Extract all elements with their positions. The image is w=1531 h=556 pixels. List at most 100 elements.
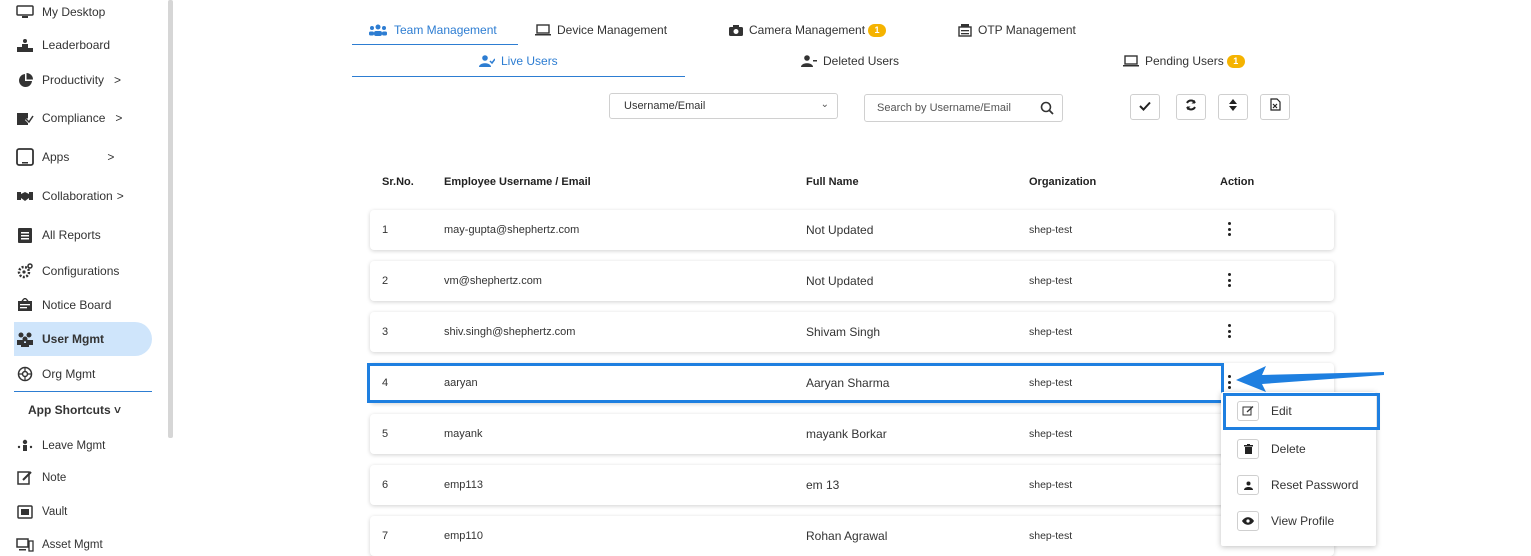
search-icon[interactable]	[1040, 101, 1054, 118]
sidebar-item-label: Asset Mgmt	[42, 539, 103, 551]
sidebar-item-label: Apps	[42, 150, 70, 164]
trash-icon	[1237, 439, 1259, 459]
sidebar-item-label: My Desktop	[42, 5, 106, 19]
menu-item-view-profile[interactable]: View Profile	[1237, 511, 1334, 531]
handshake-icon	[16, 188, 34, 204]
user-add-icon	[479, 55, 495, 67]
org-icon	[16, 366, 34, 382]
row-actions-kebab-icon[interactable]	[1222, 271, 1236, 289]
sidebar-item-label: User Mgmt	[42, 332, 105, 346]
menu-item-label: Delete	[1271, 442, 1306, 456]
row-actions-kebab-icon[interactable]	[1222, 322, 1236, 340]
table-row[interactable]: 2 vm@shephertz.com Not Updated shep-test	[370, 261, 1334, 301]
asset-icon	[16, 537, 34, 553]
edit-highlight-box	[1223, 393, 1380, 430]
row-actions-kebab-icon[interactable]	[1222, 373, 1236, 391]
cell-sr-no: 1	[382, 224, 389, 236]
tab-camera-management[interactable]: Camera Management 1	[729, 20, 887, 40]
menu-item-label: Reset Password	[1271, 478, 1359, 492]
table-row[interactable]: 6 emp113 em 13 shep-test	[370, 465, 1334, 505]
sidebar-item-my-desktop[interactable]: My Desktop	[16, 2, 105, 22]
note-icon	[16, 470, 34, 486]
cell-email: emp113	[444, 479, 483, 491]
shortcut-note[interactable]: Note	[16, 468, 66, 488]
cell-email: mayank	[444, 428, 483, 440]
table-row[interactable]: 1 may-gupta@shephertz.com Not Updated sh…	[370, 210, 1334, 250]
chevron-down-icon: ⌄	[820, 99, 829, 110]
sidebar-item-label: Productivity	[42, 73, 105, 87]
row-actions-kebab-icon[interactable]	[1222, 220, 1236, 238]
subtab-label: Live Users	[501, 54, 558, 68]
shortcut-leave-mgmt[interactable]: Leave Mgmt	[16, 436, 105, 456]
chevron-right-icon: >	[107, 150, 115, 164]
cell-sr-no: 3	[382, 326, 389, 338]
sidebar-item-productivity[interactable]: Productivity >	[16, 70, 121, 90]
report-icon	[16, 227, 34, 243]
table-row[interactable]: 3 shiv.singh@shephertz.com Shivam Singh …	[370, 312, 1334, 352]
user-remove-icon	[801, 55, 817, 67]
sidebar-item-label: Compliance	[42, 111, 106, 125]
cell-email: emp110	[444, 530, 483, 542]
sidebar-item-label: Configurations	[42, 264, 120, 278]
menu-item-reset-password[interactable]: Reset Password	[1237, 475, 1358, 495]
tab-device-management[interactable]: Device Management	[535, 20, 667, 40]
sidebar-item-label: Leave Mgmt	[42, 440, 106, 452]
export-excel-button[interactable]	[1260, 94, 1290, 120]
subtab-live-users[interactable]: Live Users	[479, 52, 558, 70]
sidebar-item-compliance[interactable]: Compliance >	[16, 108, 122, 128]
vault-icon	[16, 504, 34, 520]
sidebar-item-collaboration[interactable]: Collaboration >	[16, 186, 124, 206]
subtab-pending-users[interactable]: Pending Users 1	[1123, 52, 1245, 70]
shortcut-asset-mgmt[interactable]: Asset Mgmt	[16, 535, 103, 555]
sidebar-item-leaderboard[interactable]: Leaderboard	[16, 35, 110, 55]
sidebar-scrollbar[interactable]	[168, 0, 173, 438]
cell-full-name: mayank Borkar	[806, 427, 887, 441]
menu-item-label: View Profile	[1271, 514, 1335, 528]
app-shortcuts-toggle[interactable]: App Shortcuts ˅	[28, 403, 121, 417]
active-tab-indicator	[352, 44, 518, 45]
cell-organization: shep-test	[1029, 275, 1073, 287]
cell-full-name: Rohan Agrawal	[806, 529, 888, 543]
pie-chart-icon	[16, 72, 34, 88]
sidebar-item-label: Org Mgmt	[42, 367, 96, 381]
column-header-action: Action	[1220, 176, 1255, 188]
search-input[interactable]: Search by Username/Email	[864, 94, 1063, 122]
tab-otp-management[interactable]: OTP Management	[958, 20, 1076, 40]
chevron-right-icon: >	[115, 111, 123, 125]
column-header-organization: Organization	[1029, 176, 1097, 188]
sidebar-item-apps[interactable]: Apps >	[16, 147, 114, 167]
sidebar-item-label: Leaderboard	[42, 38, 111, 52]
tablet-icon	[16, 148, 34, 166]
leave-icon	[16, 438, 34, 454]
filter-field-select[interactable]: Username/Email ⌄	[609, 93, 838, 119]
menu-item-delete[interactable]: Delete	[1237, 439, 1306, 459]
cell-full-name: Not Updated	[806, 223, 874, 237]
table-row[interactable]: 5 mayank mayank Borkar shep-test	[370, 414, 1334, 454]
sidebar-item-user-mgmt[interactable]: User Mgmt	[16, 329, 104, 349]
sidebar-item-all-reports[interactable]: All Reports	[16, 225, 101, 245]
subtab-deleted-users[interactable]: Deleted Users	[801, 52, 899, 70]
column-header-email: Employee Username / Email	[444, 176, 591, 188]
refresh-icon	[1185, 98, 1197, 116]
select-all-button[interactable]	[1130, 94, 1160, 120]
monitor-icon	[16, 4, 34, 20]
cell-sr-no: 7	[382, 530, 389, 542]
refresh-button[interactable]	[1176, 94, 1206, 120]
cell-email: may-gupta@shephertz.com	[444, 224, 580, 236]
sidebar-item-org-mgmt[interactable]: Org Mgmt	[16, 364, 95, 384]
cell-sr-no: 5	[382, 428, 389, 440]
tab-team-management[interactable]: Team Management	[368, 20, 497, 40]
pointer-arrow-icon	[1236, 366, 1384, 392]
sidebar-item-notice-board[interactable]: Notice Board	[16, 295, 111, 315]
column-header-full-name: Full Name	[806, 176, 859, 188]
sidebar-item-configurations[interactable]: Configurations	[16, 261, 119, 281]
subtab-label: Deleted Users	[823, 54, 900, 68]
table-row[interactable]: 7 emp110 Rohan Agrawal shep-test	[370, 516, 1334, 556]
search-placeholder: Search by Username/Email	[877, 102, 1011, 114]
tab-label: Device Management	[557, 23, 668, 37]
laptop-icon	[535, 24, 551, 36]
shortcut-vault[interactable]: Vault	[16, 502, 67, 522]
cell-email: shiv.singh@shephertz.com	[444, 326, 576, 338]
cell-sr-no: 6	[382, 479, 389, 491]
sort-button[interactable]	[1218, 94, 1248, 120]
